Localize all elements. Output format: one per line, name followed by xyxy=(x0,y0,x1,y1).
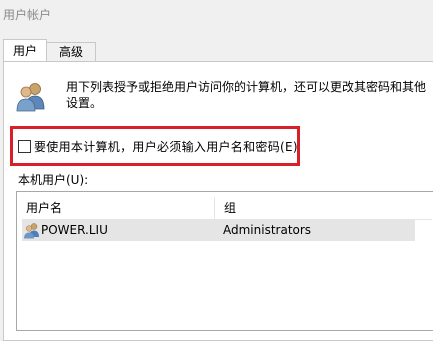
users-group-icon xyxy=(16,83,45,112)
user-name-cell: POWER.LIU xyxy=(41,223,108,237)
user-account-icon xyxy=(24,223,39,239)
column-header-username[interactable]: 用户名 xyxy=(22,197,215,219)
user-list[interactable]: 用户名 组 POWER.LIU Administrators xyxy=(16,191,433,331)
tab-users[interactable]: 用户 xyxy=(3,39,47,61)
list-header: 用户名 组 xyxy=(22,197,432,220)
require-password-label[interactable]: 要使用本计算机，用户必须输入用户名和密码(E) xyxy=(34,138,298,155)
user-group-cell: Administrators xyxy=(223,223,312,237)
column-header-group[interactable]: 组 xyxy=(220,197,410,219)
local-users-label: 本机用户(U): xyxy=(18,173,89,187)
window-title: 用户帐户 xyxy=(3,8,52,22)
tab-advanced[interactable]: 高级 xyxy=(47,42,96,62)
table-row[interactable]: POWER.LIU Administrators xyxy=(22,220,415,241)
require-password-checkbox[interactable] xyxy=(18,140,31,153)
description-text: 用下列表授予或拒绝用户访问你的计算机，还可以更改其密码和其他设置。 xyxy=(66,80,427,110)
